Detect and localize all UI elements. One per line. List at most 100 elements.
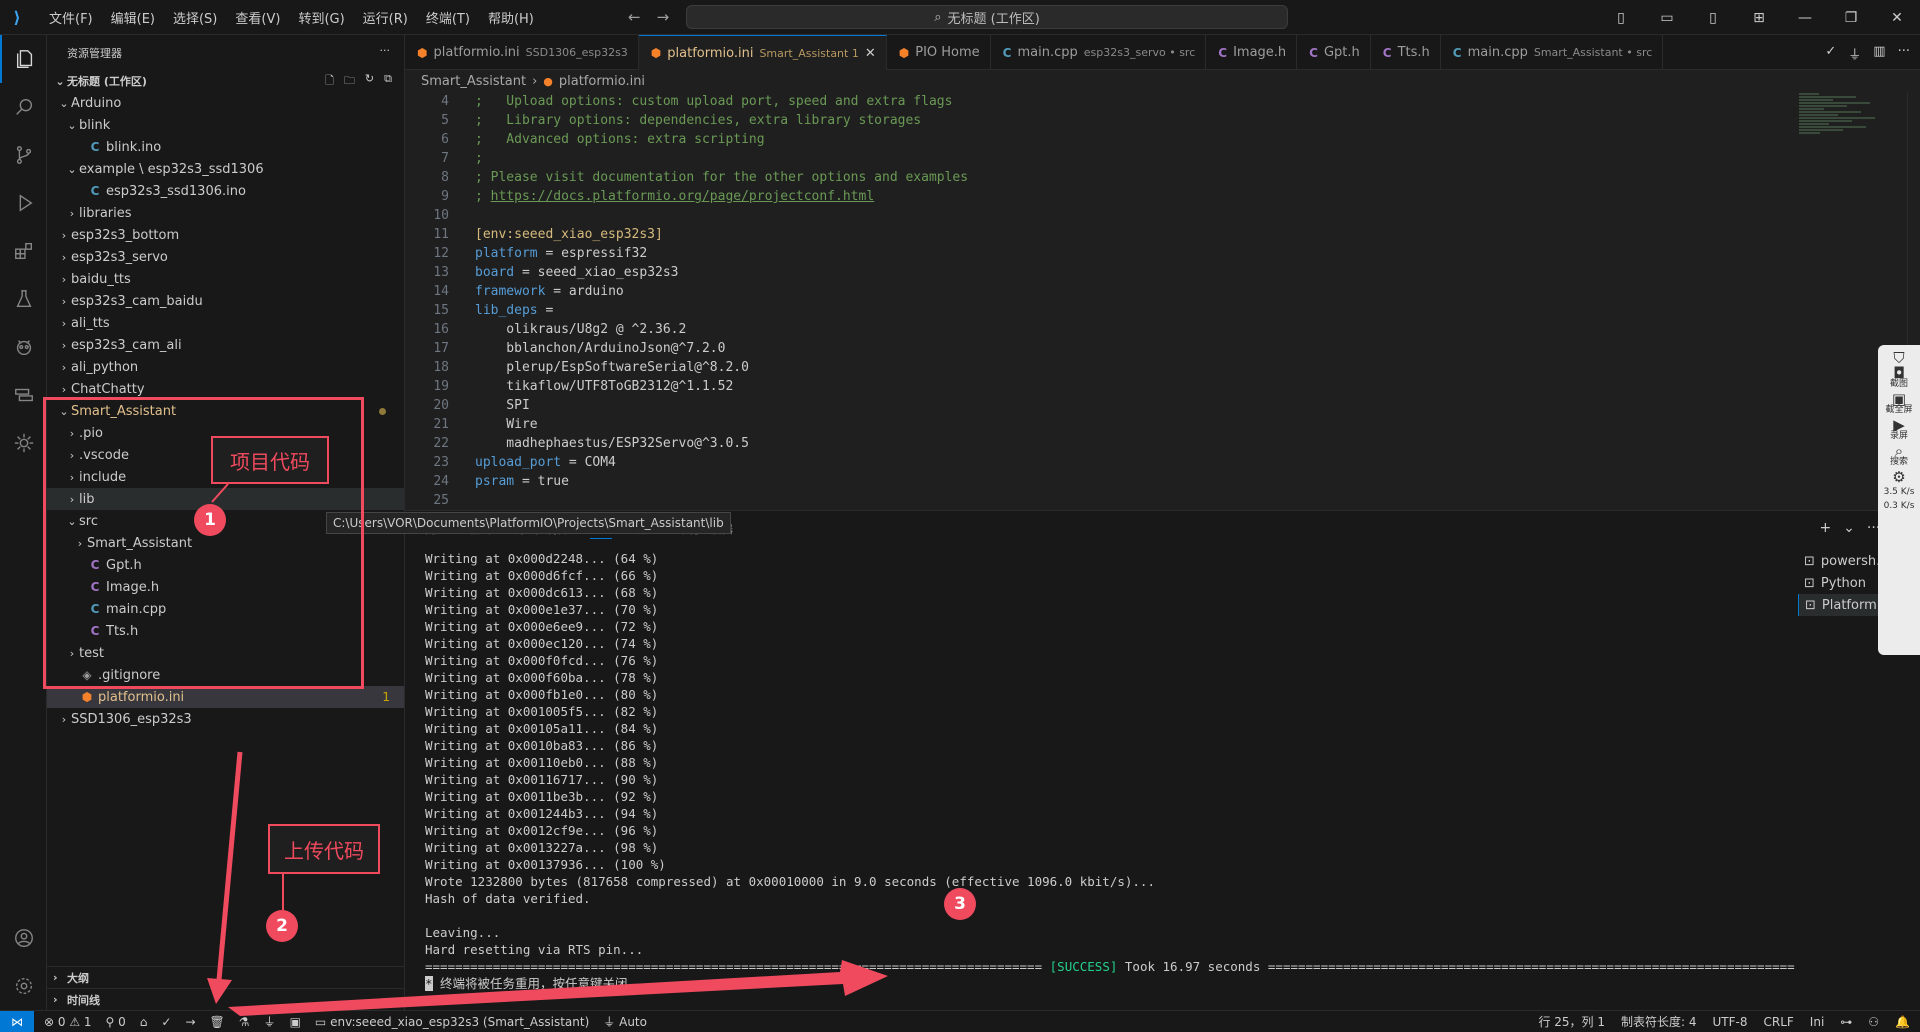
cursor-position[interactable]: 行 25，列 1 (1538, 1013, 1605, 1030)
end-of-line[interactable]: CRLF (1763, 1015, 1793, 1029)
new-terminal-icon[interactable]: + (1819, 520, 1831, 536)
tree-item[interactable]: › baidu_tts (47, 268, 404, 290)
language-mode[interactable]: Ini (1810, 1015, 1824, 1029)
tree-item[interactable]: › ali_python (47, 356, 404, 378)
code-token: tikaflow/UTF8ToGB2312@^1.1.52 (475, 379, 734, 394)
code-editor[interactable]: 4 ; Upload options: custom upload port, s… (405, 92, 1795, 510)
layout-panel-icon[interactable]: ▭ (1644, 0, 1690, 35)
tree-item[interactable]: › esp32s3_cam_baidu (47, 290, 404, 312)
pio-serial-monitor-icon[interactable]: ⏚ (264, 1013, 276, 1030)
settings-gear-icon[interactable] (0, 962, 47, 1010)
more-actions-icon[interactable]: ··· (380, 44, 391, 57)
plug-icon[interactable]: ⏚ (1848, 44, 1861, 63)
editor-tab[interactable]: ⬢ platformio.ini SSD1306_esp32s3 (405, 35, 639, 70)
timeline-section[interactable]: › 时间线 (47, 988, 405, 1010)
port-auto[interactable]: ⏚ Auto (603, 1013, 647, 1030)
tree-item[interactable]: Cblink.ino (47, 136, 404, 158)
menu-item[interactable]: 选择(S) (164, 8, 226, 27)
notifications-bell-icon[interactable]: 🔔 (1895, 1015, 1910, 1029)
collapse-all-icon[interactable]: ⧉ (384, 72, 392, 91)
encoding[interactable]: UTF-8 (1713, 1015, 1748, 1029)
breadcrumb-folder[interactable]: Smart_Assistant (421, 74, 526, 89)
editor-tab[interactable]: C Gpt.h (1297, 35, 1371, 70)
forward-arrow-icon[interactable]: → (657, 8, 670, 26)
ports-status[interactable]: ⚲ 0 (106, 1015, 126, 1029)
layout-sidebar-icon[interactable]: ▯ (1598, 0, 1644, 35)
menu-item[interactable]: 转到(G) (289, 8, 353, 27)
close-button[interactable]: ✕ (1874, 0, 1920, 35)
editor-tab[interactable]: Cmain.cpp Smart_Assistant • src (1441, 35, 1664, 70)
pio-upload-icon[interactable]: → (185, 1015, 195, 1029)
pio-clean-icon[interactable]: 🗑 (210, 1015, 225, 1029)
search-icon[interactable] (0, 83, 47, 131)
split-editor-icon[interactable]: ▥ (1873, 44, 1885, 63)
settings-icon[interactable]: ⚙ (1880, 470, 1918, 485)
editor-tab[interactable]: ⬢ PIO Home (887, 35, 991, 70)
more-actions-icon[interactable]: ··· (1898, 44, 1910, 63)
fullscreen-shot-button[interactable]: ▣ 截全屏 (1880, 392, 1918, 416)
tree-item[interactable]: ⌄ blink (47, 114, 404, 136)
editor-tab[interactable]: C Image.h (1206, 35, 1298, 70)
editor-tab[interactable]: C Tts.h (1371, 35, 1441, 70)
menu-item[interactable]: 查看(V) (226, 8, 289, 27)
doc-link[interactable]: https://docs.platformio.org/page/project… (491, 189, 875, 204)
restore-button[interactable]: ❐ (1828, 0, 1874, 35)
new-folder-icon[interactable]: 🗀 (344, 72, 355, 91)
pio-build-icon[interactable]: ✓ (161, 1015, 171, 1029)
command-center[interactable]: ⌕ 无标题 (工作区) (686, 5, 1288, 29)
minimize-button[interactable]: — (1782, 0, 1828, 35)
record-button[interactable]: ▶ 录屏 (1880, 418, 1918, 442)
problems-status[interactable]: ⊗ 0 ⚠ 1 (44, 1015, 92, 1029)
menu-item[interactable]: 运行(R) (354, 8, 417, 27)
check-icon[interactable]: ✓ (1825, 44, 1836, 63)
tree-item[interactable]: ⬢ platformio.ini 1 (47, 686, 404, 708)
run-debug-icon[interactable] (0, 179, 47, 227)
tree-item[interactable]: Cesp32s3_ssd1306.ino (47, 180, 404, 202)
terminal-output[interactable]: Writing at 0x000d2248... (64 %) Writing a… (425, 550, 1795, 1005)
breadcrumb-file[interactable]: platformio.ini (559, 74, 645, 89)
back-arrow-icon[interactable]: ← (628, 8, 641, 26)
menu-item[interactable]: 帮助(H) (479, 8, 543, 27)
extensions-icon[interactable] (0, 227, 47, 275)
source-control-icon[interactable] (0, 131, 47, 179)
menu-item[interactable]: 文件(F) (40, 8, 102, 27)
workspace-header[interactable]: ⌄ 无标题 (工作区) 🗋 🗀 ↻ ⧉ (47, 70, 404, 92)
close-tab-icon[interactable]: ✕ (865, 46, 876, 61)
remote-indicator-icon[interactable]: ⋈ (0, 1010, 34, 1032)
tree-item[interactable]: › SSD1306_esp32s3 (47, 708, 404, 730)
outline-section[interactable]: › 大纲 (47, 966, 405, 988)
tab-size[interactable]: 制表符长度: 4 (1621, 1013, 1697, 1030)
pio-env-switch[interactable]: ▭ env:seeed_xiao_esp32s3 (Smart_Assistan… (315, 1015, 589, 1029)
explorer-icon[interactable] (0, 35, 47, 83)
search-button[interactable]: ⌕ 搜索 (1880, 444, 1918, 468)
tree-item[interactable]: ⌄ Arduino (47, 92, 404, 114)
layout-secondary-icon[interactable]: ▯ (1690, 0, 1736, 35)
tree-item[interactable]: › esp32s3_cam_ali (47, 334, 404, 356)
pio-test-icon[interactable]: ⚗ (239, 1015, 250, 1029)
remote-explorer-icon[interactable] (0, 371, 47, 419)
menu-item[interactable]: 终端(T) (417, 8, 479, 27)
tree-item[interactable]: › esp32s3_bottom (47, 224, 404, 246)
terminal-cursor[interactable]: ▯ (425, 992, 1795, 1005)
shield-icon[interactable]: ⛉ (1880, 351, 1918, 366)
menu-item[interactable]: 编辑(E) (102, 8, 164, 27)
copilot-icon[interactable]: ⚇ (1868, 1015, 1879, 1029)
testing-icon[interactable] (0, 275, 47, 323)
chevron-down-icon[interactable]: ⌄ (1843, 520, 1855, 536)
pio-home-icon[interactable]: ⌂ (140, 1015, 148, 1029)
tree-item[interactable]: › ali_tts (47, 312, 404, 334)
account-icon[interactable] (0, 914, 47, 962)
pio-terminal-icon[interactable]: ▣ (290, 1015, 301, 1029)
tree-item[interactable]: › esp32s3_servo (47, 246, 404, 268)
tree-item[interactable]: ⌄ example \ esp32s3_ssd1306 (47, 158, 404, 180)
screenshot-button[interactable]: ◘ 截图 (1880, 366, 1918, 390)
extension-gear-icon[interactable] (0, 419, 47, 467)
customize-layout-icon[interactable]: ⊞ (1736, 0, 1782, 35)
broadcast-icon[interactable]: ⊶ (1840, 1015, 1852, 1029)
editor-tab[interactable]: Cmain.cpp esp32s3_servo • src (991, 35, 1207, 70)
editor-tab[interactable]: ⬢ platformio.ini Smart_Assistant 1 ✕ (638, 35, 887, 70)
new-file-icon[interactable]: 🗋 (325, 72, 334, 91)
tree-item[interactable]: › libraries (47, 202, 404, 224)
refresh-icon[interactable]: ↻ (365, 72, 374, 91)
platformio-icon[interactable] (0, 323, 47, 371)
